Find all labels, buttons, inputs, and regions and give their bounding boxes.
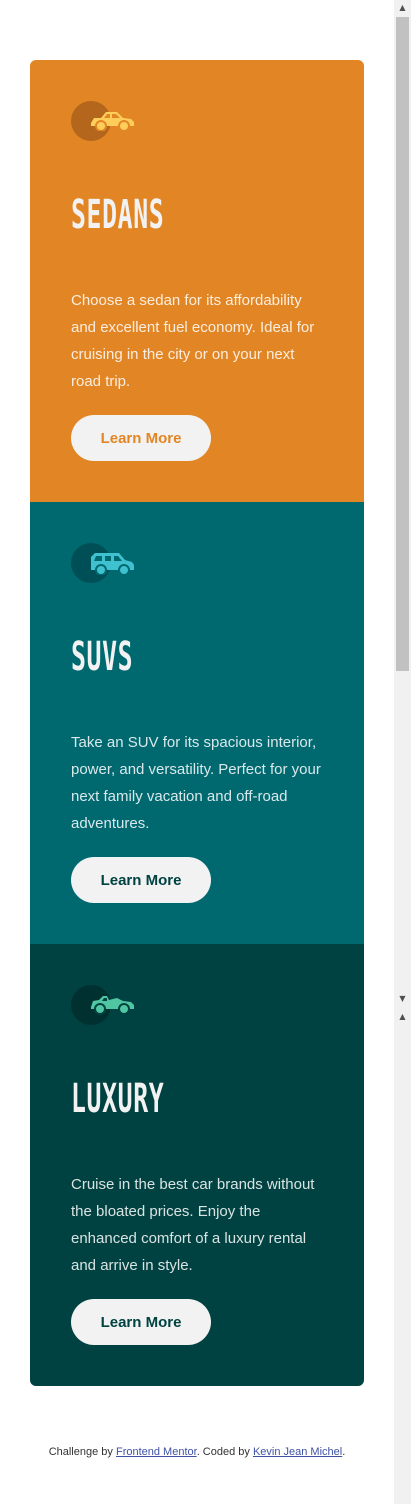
card-luxury: LUXURY Cruise in the best car brands wit…	[30, 944, 364, 1386]
luxury-car-icon	[71, 985, 135, 1025]
scroll-up-arrow-icon[interactable]: ▲	[394, 1012, 411, 1022]
vertical-scrollbar[interactable]: ▲ ▼ ▲	[394, 0, 411, 1504]
attribution-footer: Challenge by Frontend Mentor. Coded by K…	[0, 1446, 394, 1458]
card-description: Take an SUV for its spacious interior, p…	[71, 734, 321, 832]
scrollbar-thumb[interactable]	[396, 17, 409, 671]
scroll-down-arrow-icon[interactable]: ▼	[394, 994, 411, 1004]
card-title: LUXURY	[71, 1076, 165, 1122]
card-description: Cruise in the best car brands without th…	[71, 1176, 315, 1274]
frontend-mentor-link[interactable]: Frontend Mentor	[116, 1446, 197, 1458]
author-link[interactable]: Kevin Jean Michel	[253, 1446, 342, 1458]
page: SEDANS Choose a sedan for its affordabil…	[0, 0, 394, 1504]
card-suvs: SUVS Take an SUV for its spacious interi…	[30, 502, 364, 944]
footer-middle: . Coded by	[196, 1446, 253, 1458]
suv-car-icon	[71, 543, 135, 583]
learn-more-button[interactable]: Learn More	[71, 415, 211, 461]
cards-container: SEDANS Choose a sedan for its affordabil…	[30, 60, 364, 1386]
card-sedans: SEDANS Choose a sedan for its affordabil…	[30, 60, 364, 502]
card-description: Choose a sedan for its affordability and…	[71, 292, 315, 390]
learn-more-button[interactable]: Learn More	[71, 1299, 211, 1345]
footer-suffix: .	[342, 1446, 346, 1458]
card-title: SEDANS	[71, 192, 165, 238]
learn-more-button[interactable]: Learn More	[71, 857, 211, 903]
card-title: SUVS	[71, 634, 134, 680]
footer-prefix: Challenge by	[48, 1446, 116, 1458]
scroll-up-arrow-icon[interactable]: ▲	[394, 3, 411, 13]
sedan-car-icon	[71, 101, 135, 141]
